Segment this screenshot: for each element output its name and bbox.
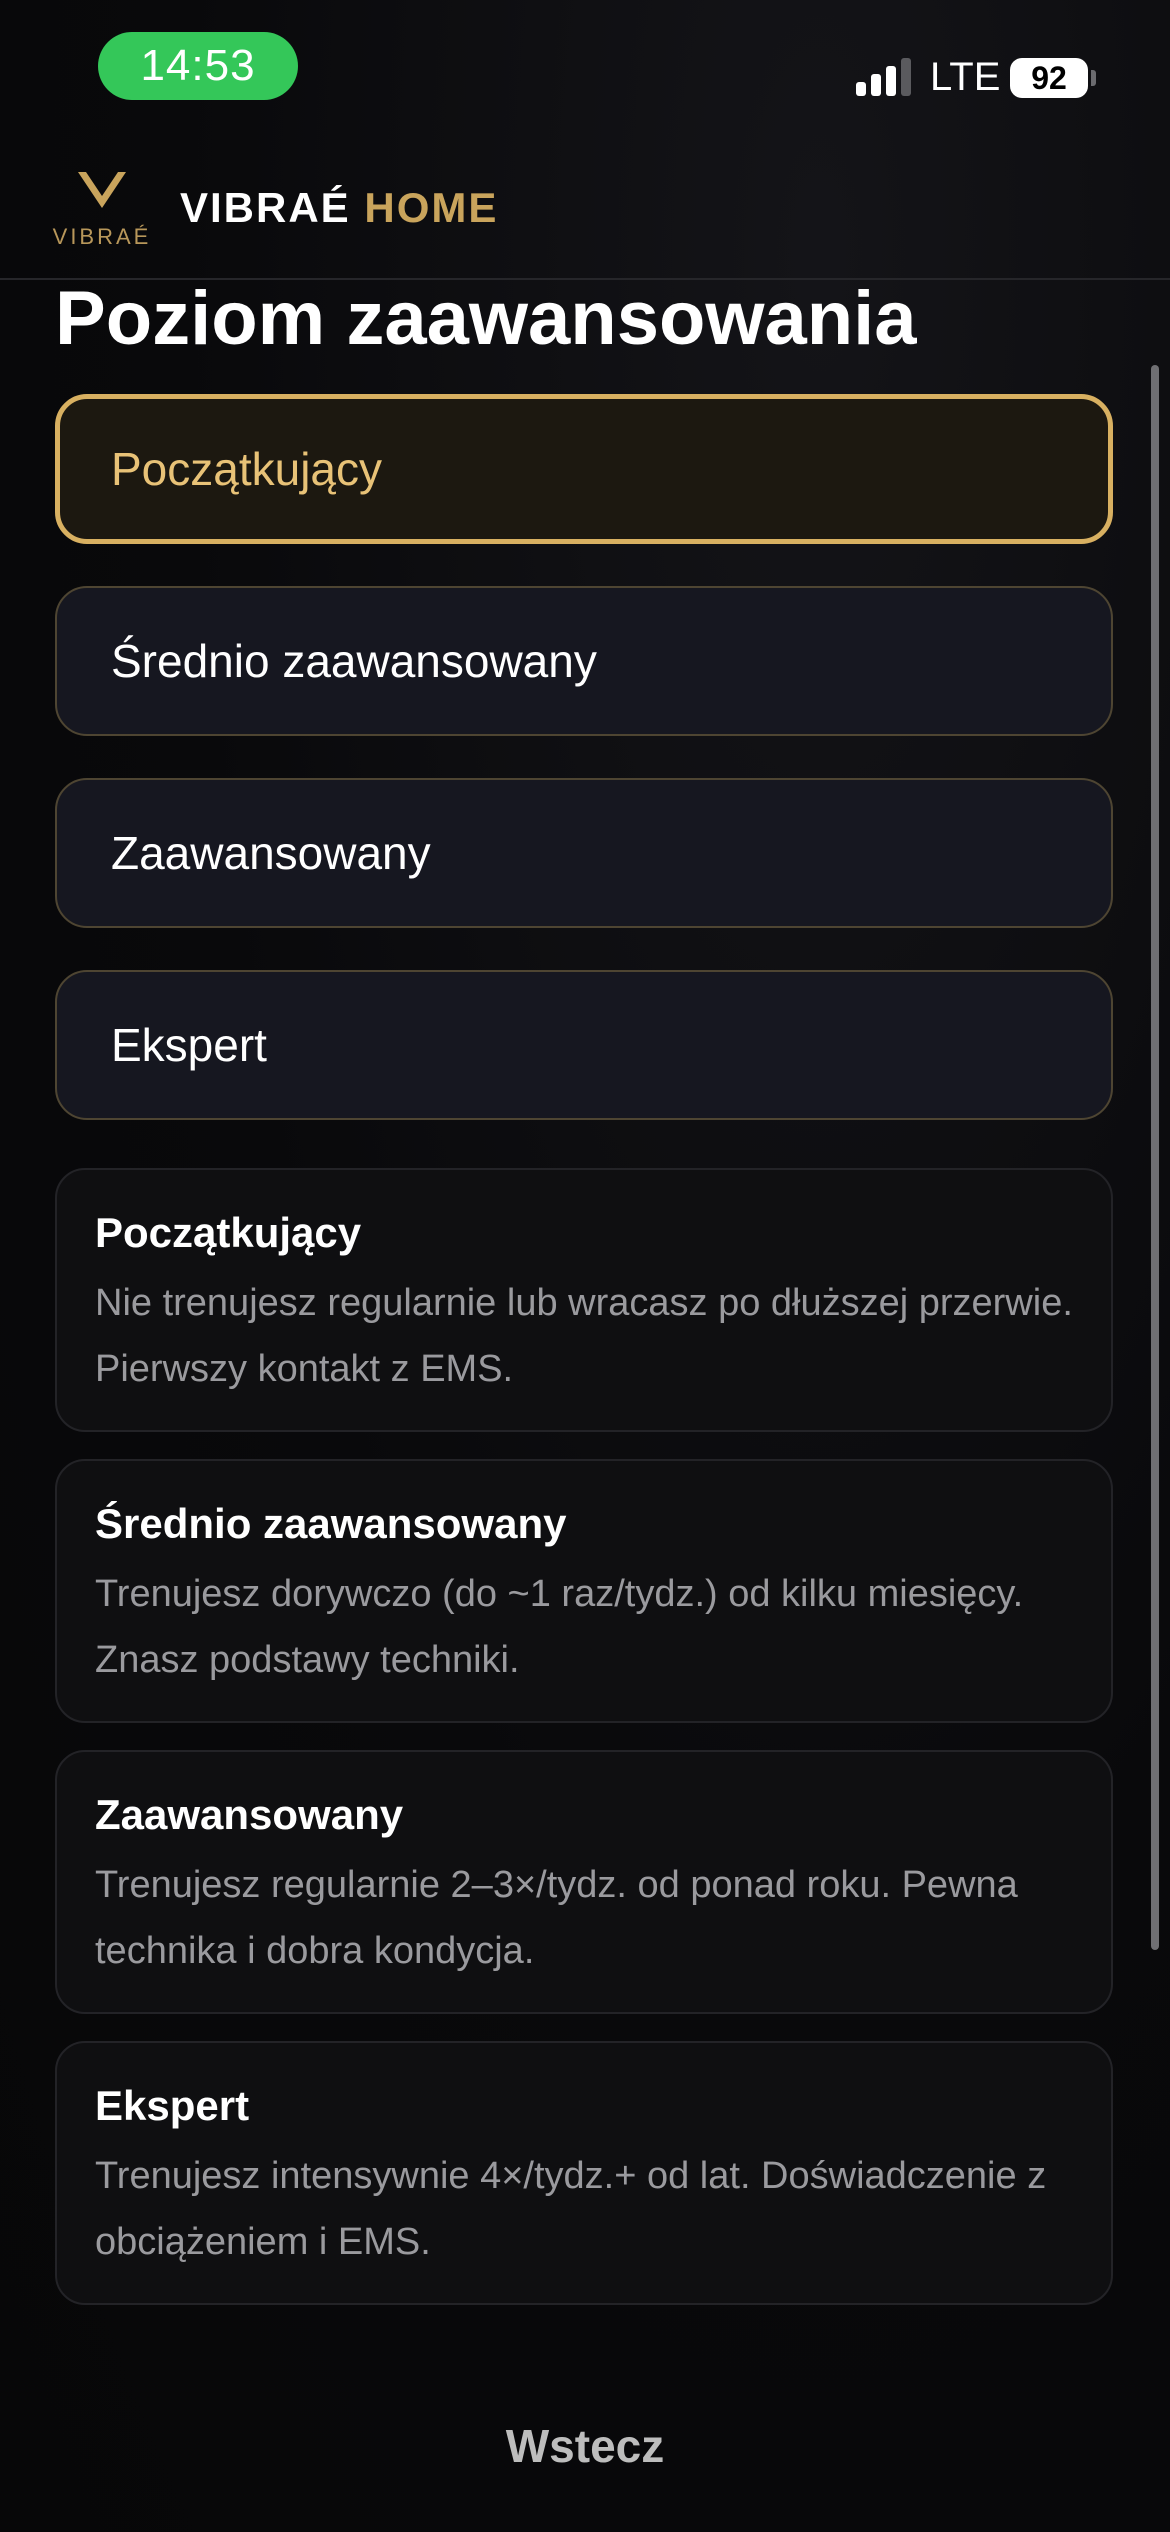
description-title: Początkujący bbox=[95, 1209, 362, 1256]
description-text: Trenujesz regularnie 2–3×/tydz. od ponad… bbox=[95, 1864, 1018, 1972]
option-expert[interactable]: Ekspert bbox=[55, 970, 1113, 1120]
brand-secondary: HOME bbox=[364, 184, 499, 231]
description-card-intermediate: Średnio zaawansowany Trenujesz dorywczo … bbox=[55, 1459, 1113, 1723]
brand-primary: VIBRAÉ bbox=[180, 184, 351, 231]
logo-text: VIBRAÉ bbox=[52, 224, 152, 249]
scrollbar[interactable] bbox=[1151, 365, 1159, 1950]
option-beginner[interactable]: Początkujący bbox=[55, 394, 1113, 544]
description-text: Trenujesz dorywczo (do ~1 raz/tydz.) od … bbox=[95, 1573, 1024, 1681]
battery-tip bbox=[1091, 70, 1096, 86]
vibrae-logo[interactable]: VIBRAÉ bbox=[52, 170, 152, 250]
v-logo-icon bbox=[78, 172, 126, 208]
description-card-beginner: Początkujący Nie trenujesz regularnie lu… bbox=[55, 1168, 1113, 1432]
description-text: Trenujesz intensywnie 4×/tydz.+ od lat. … bbox=[95, 2155, 1047, 2263]
option-intermediate[interactable]: Średnio zaawansowany bbox=[55, 586, 1113, 736]
option-advanced[interactable]: Zaawansowany bbox=[55, 778, 1113, 928]
network-type: LTE bbox=[930, 55, 1001, 99]
description-card-advanced: Zaawansowany Trenujesz regularnie 2–3×/t… bbox=[55, 1750, 1113, 2014]
page-title: Poziom zaawansowania bbox=[55, 276, 917, 361]
back-button[interactable]: Wstecz bbox=[385, 2410, 785, 2482]
cellular-signal-icon bbox=[856, 58, 912, 96]
battery-icon: 92 bbox=[1010, 58, 1088, 98]
description-title: Średnio zaawansowany bbox=[95, 1500, 567, 1547]
description-card-expert: Ekspert Trenujesz intensywnie 4×/tydz.+ … bbox=[55, 2041, 1113, 2305]
description-title: Zaawansowany bbox=[95, 1791, 404, 1838]
description-text: Nie trenujesz regularnie lub wracasz po … bbox=[95, 1282, 1073, 1390]
app-header: VIBRAÉ VIBRAÉ HOME bbox=[0, 140, 1170, 280]
status-bar: 14:53 LTE 92 bbox=[0, 0, 1170, 140]
status-time: 14:53 bbox=[98, 32, 298, 100]
description-title: Ekspert bbox=[95, 2082, 250, 2129]
brand-title: VIBRAÉ HOME bbox=[180, 182, 498, 234]
